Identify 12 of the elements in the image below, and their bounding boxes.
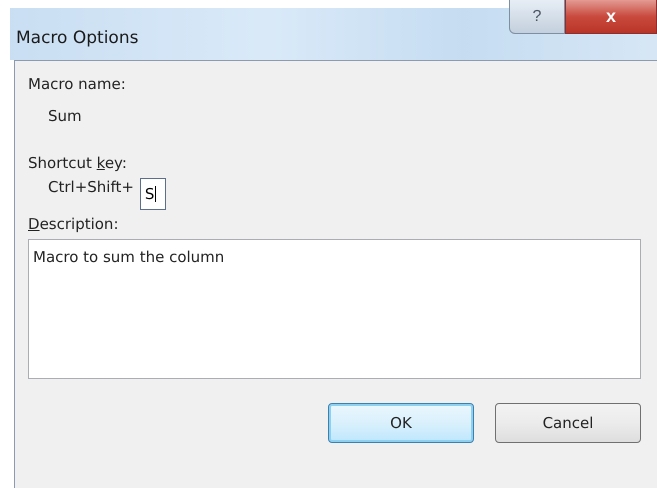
- shortcut-key-field[interactable]: S: [140, 178, 166, 210]
- ok-button[interactable]: OK: [328, 403, 474, 443]
- shortcut-key-label: Shortcut key:: [28, 154, 127, 172]
- description-label: Description:: [28, 215, 118, 233]
- macro-name-value: Sum: [48, 107, 82, 125]
- help-button[interactable]: ?: [509, 0, 565, 34]
- description-field[interactable]: Macro to sum the column: [28, 239, 641, 379]
- cancel-button[interactable]: Cancel: [495, 403, 641, 443]
- shortcut-prefix: Ctrl+Shift+: [48, 178, 134, 196]
- close-button[interactable]: x: [565, 0, 657, 34]
- window-title: Macro Options: [16, 28, 138, 48]
- macro-name-label: Macro name:: [28, 75, 126, 93]
